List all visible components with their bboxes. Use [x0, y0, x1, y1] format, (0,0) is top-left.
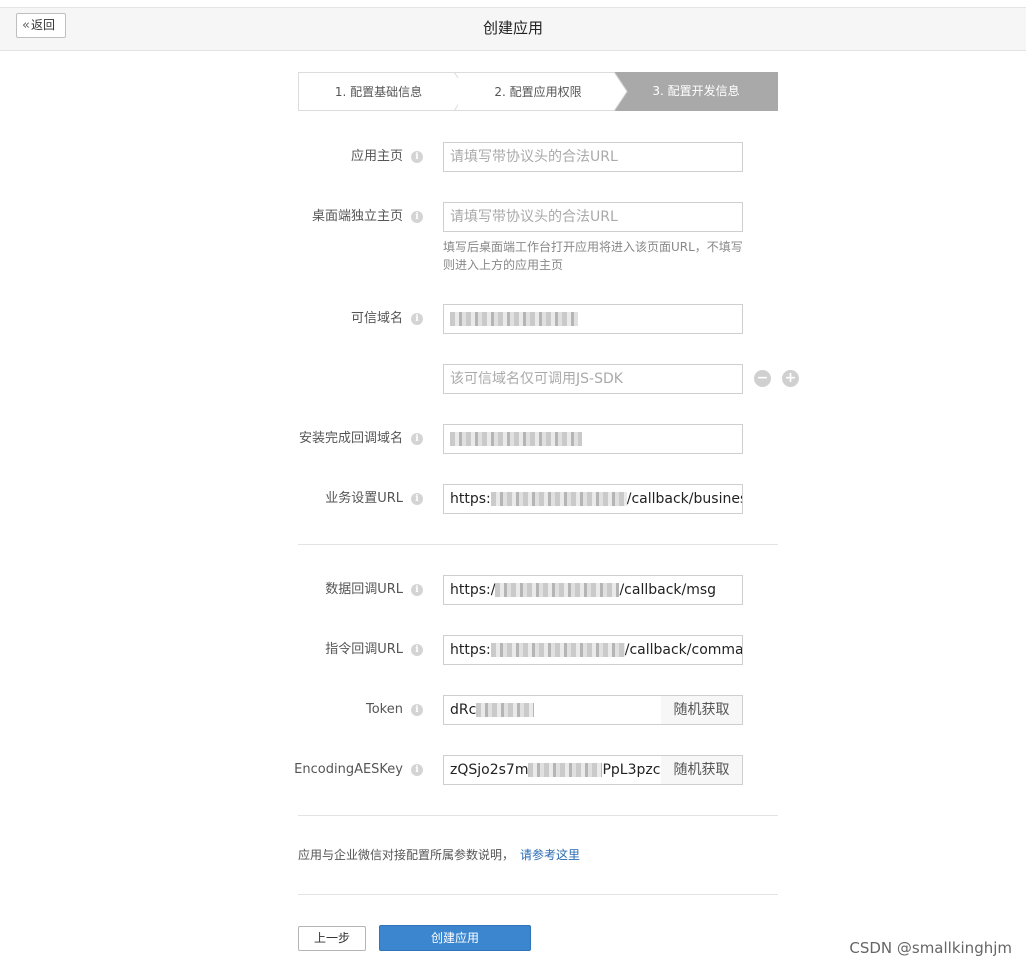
- aes-key-label: EncodingAESKey: [294, 762, 403, 777]
- prev-step-button[interactable]: 上一步: [298, 926, 366, 951]
- info-icon[interactable]: i: [411, 211, 423, 223]
- command-callback-input[interactable]: https: /callback/command: [443, 635, 743, 665]
- aes-key-input[interactable]: zQSjo2s7m PpL3pzc: [443, 755, 662, 785]
- url-prefix: https:: [450, 642, 491, 658]
- redacted-value: [495, 583, 620, 597]
- command-callback-label: 指令回调URL: [325, 642, 403, 657]
- redacted-value: [528, 763, 603, 777]
- redacted-value: [490, 492, 627, 506]
- minus-circle-icon[interactable]: −: [754, 370, 771, 387]
- desktop-homepage-hint: 填写后桌面端工作台打开应用将进入该页面URL，不填写则进入上方的应用主页: [443, 240, 743, 272]
- data-callback-label: 数据回调URL: [325, 582, 403, 597]
- plus-circle-icon[interactable]: +: [782, 370, 799, 387]
- info-icon[interactable]: i: [411, 704, 423, 716]
- info-icon[interactable]: i: [411, 584, 423, 596]
- homepage-input[interactable]: 请填写带协议头的合法URL: [443, 142, 743, 172]
- desktop-homepage-input[interactable]: 请填写带协议头的合法URL: [443, 202, 743, 232]
- info-icon[interactable]: i: [411, 644, 423, 656]
- doc-link[interactable]: 请参考这里: [520, 848, 580, 862]
- homepage-label: 应用主页: [350, 149, 403, 164]
- info-icon[interactable]: i: [411, 764, 423, 776]
- redacted-value: [490, 643, 625, 657]
- desktop-homepage-label: 桌面端独立主页: [311, 209, 403, 224]
- step-separator-icon: [614, 72, 628, 111]
- business-url-input[interactable]: https: /callback/business: [443, 484, 743, 514]
- info-icon[interactable]: i: [411, 313, 423, 325]
- watermark: CSDN @smallkinghjm: [849, 939, 1012, 957]
- step-1: 1. 配置基础信息: [298, 72, 458, 111]
- trusted-domain-label: 可信域名: [350, 311, 403, 326]
- data-callback-input[interactable]: https:/ /callback/msg: [443, 575, 743, 605]
- aes-key-suffix: PpL3pzc: [602, 762, 661, 778]
- redacted-value: [450, 312, 578, 326]
- step-3-active: 3. 配置开发信息: [614, 72, 778, 111]
- token-prefix: dRc: [450, 702, 477, 718]
- step-2: 2. 配置应用权限: [458, 72, 618, 111]
- redacted-value: [450, 432, 582, 446]
- section-divider: [298, 544, 778, 545]
- doc-note-text: 应用与企业微信对接配置所属参数说明，: [298, 848, 515, 862]
- section-divider: [298, 894, 778, 895]
- token-label: Token: [366, 702, 403, 717]
- url-suffix: /callback/business: [626, 491, 743, 507]
- token-random-button[interactable]: 随机获取: [661, 695, 743, 725]
- redacted-value: [476, 703, 535, 717]
- section-divider: [298, 815, 778, 816]
- install-callback-label: 安装完成回调域名: [298, 431, 403, 446]
- page-header: «返回 创建应用: [0, 8, 1026, 51]
- trusted-domain-input[interactable]: [443, 304, 743, 334]
- aes-key-prefix: zQSjo2s7m: [450, 762, 529, 778]
- info-icon[interactable]: i: [411, 433, 423, 445]
- business-url-label: 业务设置URL: [325, 491, 403, 506]
- info-icon[interactable]: i: [411, 151, 423, 163]
- create-app-button[interactable]: 创建应用: [379, 925, 531, 951]
- doc-note: 应用与企业微信对接配置所属参数说明， 请参考这里: [298, 846, 580, 863]
- step-indicator: 1. 配置基础信息 2. 配置应用权限 3. 配置开发信息: [298, 72, 778, 111]
- url-suffix: /callback/command: [624, 642, 743, 658]
- page-title: 创建应用: [482, 19, 543, 37]
- url-suffix: /callback/msg: [619, 582, 717, 598]
- info-icon[interactable]: i: [411, 493, 423, 505]
- url-prefix: https:: [450, 491, 491, 507]
- token-input[interactable]: dRc: [443, 695, 662, 725]
- trusted-domain-extra-input[interactable]: 该可信域名仅可调用JS-SDK: [443, 364, 743, 394]
- top-strip: [0, 0, 1026, 8]
- url-prefix: https:/: [450, 582, 496, 598]
- install-callback-input[interactable]: [443, 424, 743, 454]
- aes-key-random-button[interactable]: 随机获取: [661, 755, 743, 785]
